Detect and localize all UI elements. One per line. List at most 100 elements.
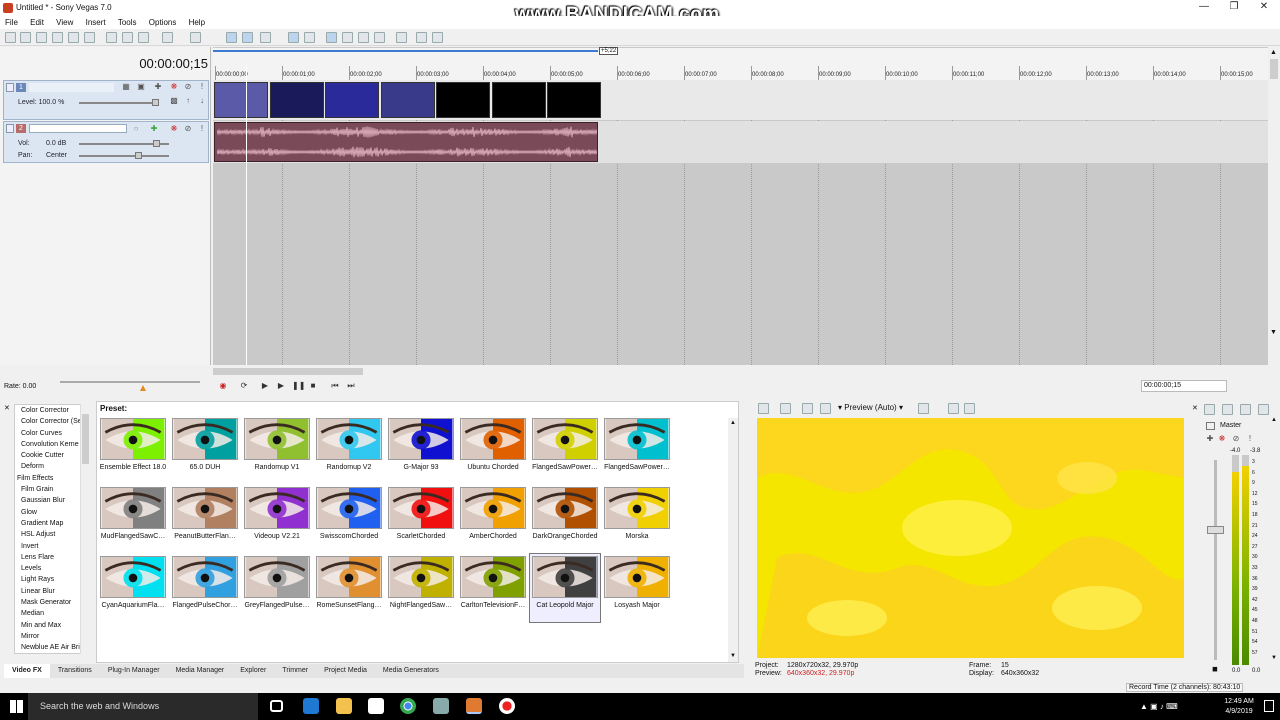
- edge-icon[interactable]: [303, 698, 319, 714]
- chrome-icon[interactable]: [400, 698, 416, 714]
- parent-icon[interactable]: ↑: [184, 97, 192, 105]
- split-screen-icon[interactable]: [820, 403, 831, 414]
- scroll-thumb[interactable]: [1270, 59, 1278, 79]
- file-explorer-icon[interactable]: [336, 698, 352, 714]
- render-icon[interactable]: [68, 32, 79, 43]
- video-clip-thumbnail[interactable]: [269, 82, 324, 118]
- cut-icon[interactable]: [106, 32, 117, 43]
- preset-item[interactable]: FlangedSawPower…: [530, 416, 600, 484]
- preset-item[interactable]: FlangedSawPower…: [602, 416, 672, 484]
- fx-list-item[interactable]: Film Grain: [15, 484, 89, 495]
- fx-list-item[interactable]: Gradient Map: [15, 518, 89, 529]
- fx-list-item[interactable]: HSL Adjust: [15, 529, 89, 540]
- bandicam-taskbar-icon[interactable]: [499, 698, 515, 714]
- level-slider-knob[interactable]: [152, 99, 159, 106]
- track-fx-icon[interactable]: ✚: [150, 125, 158, 133]
- dock-close-icon[interactable]: ✕: [1192, 404, 1198, 412]
- paste-icon[interactable]: [138, 32, 149, 43]
- go-to-end-icon[interactable]: ⏭: [346, 381, 356, 391]
- vegas-taskbar-icon[interactable]: [466, 698, 482, 714]
- preset-item[interactable]: MudFlangedSawC…: [98, 485, 168, 553]
- master-warning-icon[interactable]: !: [1246, 435, 1254, 443]
- pan-slider[interactable]: [79, 152, 169, 159]
- volume-slider[interactable]: [79, 140, 169, 147]
- master-fader-knob[interactable]: [1207, 526, 1224, 534]
- preset-scrollbar[interactable]: ▲ ▼: [728, 418, 738, 662]
- rate-slider-knob[interactable]: [140, 385, 146, 391]
- scroll-up-icon[interactable]: ▲: [730, 420, 736, 426]
- preset-item[interactable]: PeanutButterFlan…: [170, 485, 240, 553]
- video-track-header[interactable]: 1 ▦ ▣ ✚ ❋ ⊘ ! Level: 100.0 % ▩ ↑ ↓: [3, 80, 209, 120]
- dock-close-icon[interactable]: ✕: [4, 404, 10, 412]
- save-as-icon[interactable]: [52, 32, 63, 43]
- stop-icon[interactable]: ■: [308, 381, 318, 391]
- scroll-down-icon[interactable]: ▼: [1271, 655, 1277, 661]
- preset-item[interactable]: Morska: [602, 485, 672, 553]
- external-monitor-icon[interactable]: [780, 403, 791, 414]
- fx-list-item[interactable]: Median: [15, 608, 89, 619]
- solo-icon[interactable]: ⊘: [184, 83, 192, 91]
- track-motion-icon[interactable]: ▣: [137, 83, 145, 91]
- preset-item[interactable]: Randomup V2: [314, 416, 384, 484]
- dim-output-icon[interactable]: [1240, 404, 1251, 415]
- snapping-icon[interactable]: [288, 32, 299, 43]
- app-icon-taskbar[interactable]: [433, 698, 449, 714]
- solo-icon[interactable]: ⊘: [184, 125, 192, 133]
- menu-insert[interactable]: Insert: [81, 16, 111, 29]
- menu-view[interactable]: View: [51, 16, 78, 29]
- video-clip-thumbnail[interactable]: [547, 82, 601, 118]
- video-clip-thumbnail[interactable]: [214, 82, 268, 118]
- preset-item[interactable]: NightFlangedSaw…: [386, 554, 456, 622]
- fx-list-item[interactable]: Deform: [15, 461, 89, 472]
- insert-bus-icon[interactable]: [1204, 404, 1215, 415]
- audio-track-header[interactable]: 2 ○ ✚ ❋ ⊘ ! Vol: 0.0 dB Pan: Center: [3, 121, 209, 163]
- fx-list-item[interactable]: Linear Blur: [15, 586, 89, 597]
- taskbar-clock[interactable]: 12:49 AM 4/9/2019: [1219, 697, 1259, 717]
- scroll-up-icon[interactable]: ▲: [1271, 417, 1277, 423]
- playhead-cursor[interactable]: [246, 66, 247, 365]
- preset-item[interactable]: Cat Leopold Major: [529, 553, 601, 623]
- close-button[interactable]: ✕: [1249, 0, 1279, 16]
- fx-list-item[interactable]: Gaussian Blur: [15, 495, 89, 506]
- play-from-start-icon[interactable]: ▶: [260, 381, 270, 391]
- loop-region-bar[interactable]: +5;22: [213, 47, 1268, 56]
- track-collapse-icon[interactable]: [6, 83, 14, 92]
- timeline-horizontal-scrollbar[interactable]: [213, 366, 1268, 377]
- track-fx-icon[interactable]: ✚: [154, 83, 162, 91]
- menu-options[interactable]: Options: [144, 16, 182, 29]
- preset-item[interactable]: CarltonTelevisionF…: [458, 554, 528, 622]
- selection-tool-icon[interactable]: [260, 32, 271, 43]
- ripple-edit-icon[interactable]: [326, 32, 337, 43]
- fx-list-item[interactable]: Light Rays: [15, 574, 89, 585]
- play-icon[interactable]: ▶: [276, 381, 286, 391]
- fx-list-item[interactable]: Levels: [15, 563, 89, 574]
- new-icon[interactable]: [5, 32, 16, 43]
- track-layout-icon[interactable]: [416, 32, 427, 43]
- auto-crossfade-icon[interactable]: [304, 32, 315, 43]
- exclamation-icon[interactable]: !: [198, 83, 206, 91]
- help-pointer-icon[interactable]: [396, 32, 407, 43]
- master-lock-icon[interactable]: ◼: [1212, 665, 1218, 673]
- scroll-thumb[interactable]: [82, 414, 89, 464]
- menu-file[interactable]: File: [0, 16, 23, 29]
- track-name-field[interactable]: [29, 83, 114, 92]
- video-clip-thumbnail[interactable]: [325, 82, 379, 118]
- preset-item[interactable]: GreyFlangedPulse…: [242, 554, 312, 622]
- fx-list-item[interactable]: Mirror: [15, 631, 89, 642]
- video-fx-icon[interactable]: [802, 403, 813, 414]
- menu-edit[interactable]: Edit: [25, 16, 49, 29]
- preset-item[interactable]: Randomup V1: [242, 416, 312, 484]
- master-solo-icon[interactable]: ⊘: [1232, 435, 1240, 443]
- time-ruler[interactable]: 00:00:00;00 00:00:01;00 00:00:02;00 00:00:0…: [213, 66, 1268, 80]
- level-slider[interactable]: [79, 99, 159, 106]
- preset-item[interactable]: Losyash Major: [602, 554, 672, 622]
- normal-edit-tool-icon[interactable]: [226, 32, 237, 43]
- scroll-thumb[interactable]: [213, 368, 363, 375]
- preset-item[interactable]: FlangedPulseChor…: [170, 554, 240, 622]
- fx-list-item[interactable]: Color Curves: [15, 428, 89, 439]
- tab-media-manager[interactable]: Media Manager: [168, 664, 233, 678]
- preset-item[interactable]: CyanAquariumFla…: [98, 554, 168, 622]
- add-fx-icon[interactable]: [1258, 404, 1269, 415]
- preset-item[interactable]: RomeSunsetFlang…: [314, 554, 384, 622]
- volume-slider-knob[interactable]: [153, 140, 160, 147]
